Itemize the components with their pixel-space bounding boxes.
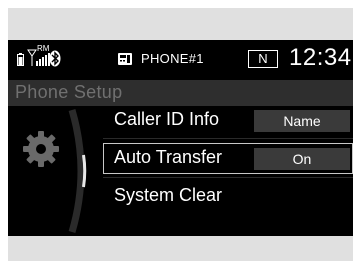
roaming-indicator: RM <box>37 44 50 53</box>
divider <box>103 138 353 139</box>
menu-item-label: Caller ID Info <box>114 109 220 129</box>
divider <box>103 177 353 178</box>
bluetooth-icon <box>49 50 61 67</box>
menu-item-label: Auto Transfer <box>114 147 223 167</box>
menu-item-value: Name <box>254 110 350 132</box>
gear-indicator: N <box>248 50 278 68</box>
battery-icon <box>17 53 24 66</box>
screen-header: Phone Setup <box>8 80 353 106</box>
menu-item-system-clear[interactable]: System Clear <box>103 181 353 211</box>
menu-item-value: On <box>254 148 350 170</box>
phone-setup-screen: RM PHONE#1 N 12:34 Phone Setup Caller ID… <box>8 40 353 236</box>
selector-arc <box>68 109 87 233</box>
menu-item-caller-id-info[interactable]: Caller ID Info Name <box>103 105 353 135</box>
clock: 12:34 <box>289 44 352 71</box>
settings-gear-icon <box>23 131 59 167</box>
phone-name: PHONE#1 <box>141 51 204 66</box>
menu-item-auto-transfer[interactable]: Auto Transfer On <box>103 143 353 174</box>
status-bar: RM PHONE#1 N 12:34 <box>8 40 353 80</box>
page-title: Phone Setup <box>15 82 123 102</box>
phone-icon <box>118 53 132 65</box>
menu-item-label: System Clear <box>114 185 223 205</box>
